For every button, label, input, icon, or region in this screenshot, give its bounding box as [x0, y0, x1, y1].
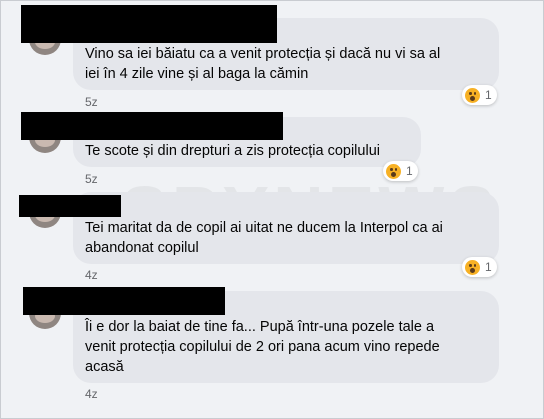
redacted-author-name — [21, 112, 283, 140]
reaction-count: 1 — [485, 88, 492, 102]
reaction-count: 1 — [406, 164, 413, 178]
comment-text-line: Vino sa iei băiatu ca a venit protecția … — [85, 46, 441, 62]
reaction-badge[interactable]: 1 — [462, 85, 497, 105]
redacted-author-name — [23, 287, 225, 315]
comment-text-line: acasă — [85, 359, 124, 375]
comment-text-line: venit protecția copilului de 2 ori pana … — [85, 339, 440, 355]
comment-text-line: Te scote și din drepturi a zis protecția… — [85, 143, 380, 159]
comment-text-line: abandonat copilul — [85, 240, 199, 256]
reaction-badge[interactable]: 1 — [462, 257, 497, 277]
comment-time[interactable]: 4z — [85, 387, 98, 401]
comment-time[interactable]: 5z — [85, 172, 98, 186]
comments-panel: SPYNEWS Vino sa iei băiatu ca a venit pr… — [0, 0, 544, 419]
wow-emoji-icon — [386, 163, 401, 179]
comment-text-line: iei în 4 zile vine și al baga la cămin — [85, 66, 309, 82]
redacted-author-name — [19, 195, 121, 217]
reaction-badge[interactable]: 1 — [383, 161, 418, 181]
comment-text-line: Îi e dor la baiat de tine fa... Pupă înt… — [85, 319, 435, 335]
redacted-author-name — [21, 5, 277, 43]
comment-bubble: Tei maritat da de copil ai uitat ne duce… — [73, 192, 499, 264]
reaction-count: 1 — [485, 260, 492, 274]
comment-text-line: Tei maritat da de copil ai uitat ne duce… — [85, 220, 443, 236]
wow-emoji-icon — [465, 87, 480, 103]
wow-emoji-icon — [465, 259, 480, 275]
comment-time[interactable]: 5z — [85, 95, 98, 109]
comment-time[interactable]: 4z — [85, 268, 98, 282]
